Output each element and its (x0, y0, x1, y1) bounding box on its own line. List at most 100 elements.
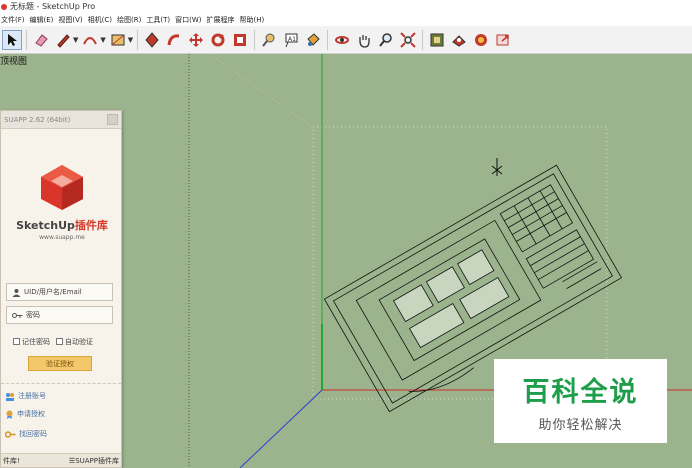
magnifier-icon (379, 32, 392, 47)
share-tool-button[interactable] (493, 30, 513, 50)
extension-warehouse-icon (452, 34, 466, 47)
plugin-close-button[interactable] (107, 114, 118, 125)
logo-wordmark: SketchUp插件库 (1, 217, 123, 233)
menu-edit[interactable]: 编辑(E) (29, 15, 58, 25)
building-block (425, 266, 465, 304)
checkbox-box[interactable] (13, 338, 20, 345)
svg-text:A1: A1 (288, 36, 296, 43)
logo-url: www.suapp.me (39, 234, 85, 241)
paint-bucket-tool-button[interactable] (303, 30, 323, 50)
menu-draw[interactable]: 绘图(R) (116, 15, 145, 25)
menu-window[interactable]: 窗口(W) (174, 15, 205, 25)
uid-placeholder: UID/用户名/Email (24, 288, 82, 296)
key-recover-icon (5, 430, 16, 438)
rectangle-icon (111, 34, 125, 45)
move-arrows-icon (189, 32, 204, 47)
cursor-arrow-icon (8, 33, 17, 46)
verify-license-button[interactable]: 验证授权 (28, 356, 92, 371)
menu-camera[interactable]: 相机(C) (87, 15, 116, 25)
remember-password-checkbox[interactable]: 记住密码 (13, 337, 50, 347)
password-input[interactable]: 密码 (6, 306, 113, 324)
select-tool-button[interactable] (2, 29, 22, 50)
menu-extensions[interactable]: 扩展程序 (205, 15, 238, 25)
footer-left-text: 件库! (3, 456, 20, 465)
watermark-title: 百科全说 (522, 376, 639, 408)
orbit-icon (335, 35, 350, 44)
user-icon (12, 288, 21, 297)
follow-me-tool-button[interactable] (164, 30, 184, 50)
autoverify-label: 自动验证 (65, 338, 93, 346)
blue-axis (239, 389, 323, 468)
orbit-tool-button[interactable] (332, 30, 352, 50)
warehouse-tool-button[interactable] (427, 30, 447, 50)
toolbar-separator (137, 29, 139, 50)
title-bar: 无标题 - SketchUp Pro (0, 0, 692, 13)
move-tool-button[interactable] (186, 30, 206, 50)
guide-line (209, 54, 323, 135)
zoom-tool-button[interactable] (376, 30, 396, 50)
push-pull-tool-button[interactable] (142, 30, 162, 50)
menu-view[interactable]: 视图(V) (57, 15, 86, 25)
rectangle-tool-dropdown-icon[interactable]: ▼ (128, 36, 133, 44)
remember-label: 记住密码 (22, 338, 50, 346)
sketchup-app-icon (1, 3, 7, 10)
legend-table (499, 184, 574, 253)
menu-file[interactable]: 文件(F) (0, 15, 29, 25)
arc-tool-dropdown-icon[interactable]: ▼ (100, 36, 105, 44)
apply-license-link[interactable]: 申请授权 (5, 409, 45, 419)
password-placeholder: 密码 (26, 311, 40, 319)
arc-icon (83, 36, 98, 44)
register-account-link[interactable]: 注册账号 (5, 391, 46, 401)
plugin-title: SUAPP 2.62 (64bit) (4, 115, 71, 124)
apply-link-label: 申请授权 (17, 410, 45, 418)
building-block (392, 284, 434, 323)
building-block (457, 249, 495, 286)
layout-tool-button[interactable] (471, 30, 491, 50)
site-boundary (355, 219, 542, 381)
register-link-label: 注册账号 (18, 392, 46, 400)
extension-warehouse-tool-button[interactable] (449, 30, 469, 50)
users-icon (6, 392, 14, 401)
uid-input[interactable]: UID/用户名/Email (6, 283, 113, 301)
recover-password-link[interactable]: 找回密码 (5, 429, 47, 439)
logo-text: SketchUp (16, 219, 75, 232)
share-model-icon (496, 34, 509, 45)
offset-icon (234, 33, 247, 46)
text-tool-button[interactable]: A1 (281, 30, 301, 50)
pan-tool-button[interactable] (354, 30, 374, 50)
menu-bar: 文件(F) 编辑(E) 视图(V) 相机(C) 绘图(R) 工具(T) 窗口(W… (0, 13, 692, 26)
footer-right-link[interactable]: ☰SUAPP插件库 (69, 456, 119, 466)
tape-measure-tool-button[interactable] (259, 30, 279, 50)
suapp-plugin-panel: SUAPP 2.62 (64bit) SketchUp插件库 www.suapp… (0, 110, 122, 468)
layout-icon (475, 33, 488, 46)
plugin-footer: 件库! ☰SUAPP插件库 (1, 453, 121, 467)
window-title: 无标题 - SketchUp Pro (10, 2, 96, 11)
suapp-logo: SketchUp插件库 www.suapp.me (1, 163, 123, 241)
arc-tool-button[interactable] (80, 30, 100, 50)
certificate-icon (6, 410, 13, 419)
auto-verify-checkbox[interactable]: 自动验证 (56, 337, 93, 347)
recover-link-label: 找回密码 (19, 430, 47, 438)
checkbox-box[interactable] (56, 338, 63, 345)
rotate-tool-button[interactable] (208, 30, 228, 50)
line-tool-dropdown-icon[interactable]: ▼ (73, 36, 78, 44)
site-curve (408, 367, 474, 392)
offset-tool-button[interactable] (230, 30, 250, 50)
baike-watermark: 百科全说 助你轻松解决 (494, 359, 667, 443)
sketchup-cube-logo-icon (41, 165, 83, 210)
zoom-extents-icon (400, 31, 416, 48)
line-tool-button[interactable] (53, 30, 73, 50)
hand-pan-icon (359, 34, 370, 48)
menu-help[interactable]: 帮助(H) (238, 15, 268, 25)
pencil-icon (57, 33, 70, 48)
footer-right-text: SUAPP插件库 (75, 456, 119, 465)
rectangle-tool-button[interactable] (108, 30, 128, 50)
menu-tools[interactable]: 工具(T) (145, 15, 174, 25)
rotate-icon (211, 33, 225, 46)
zoom-extents-tool-button[interactable] (398, 30, 418, 50)
eraser-tool-button[interactable] (31, 30, 51, 50)
key-icon (12, 312, 23, 318)
north-arrow-icon (491, 158, 503, 176)
plugin-header: SUAPP 2.62 (64bit) (1, 111, 121, 129)
main-toolbar: ▼ ▼ ▼ A1 (0, 26, 692, 54)
